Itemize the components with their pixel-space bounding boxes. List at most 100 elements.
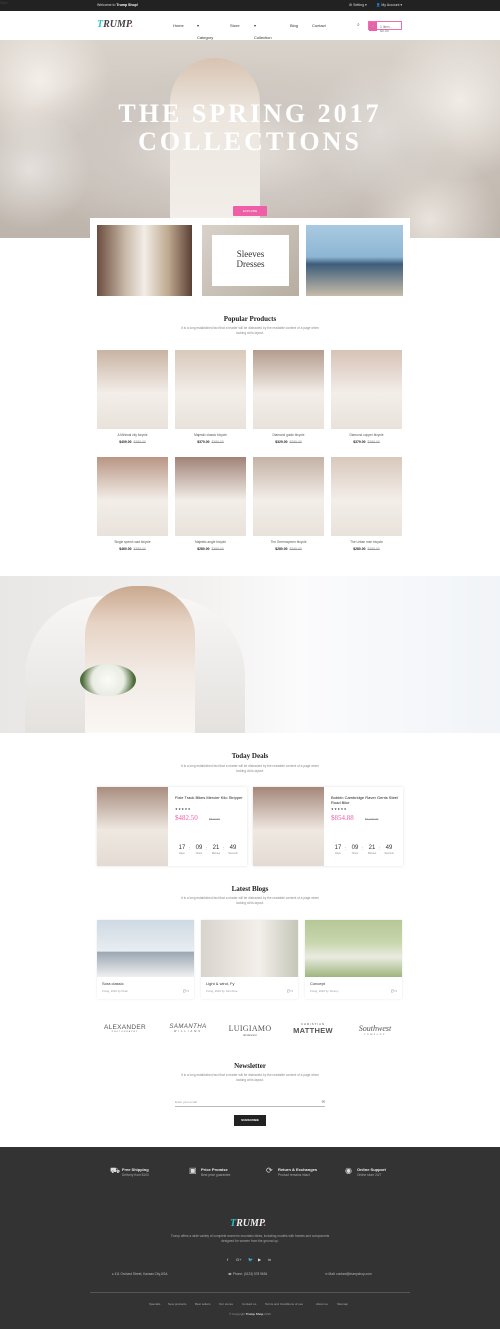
popular-title: Popular Products [223,315,277,323]
product-image[interactable] [175,350,246,429]
product-card[interactable]: A Minimal city bicycle $409.00 $399.00 [97,350,168,444]
footer-link[interactable]: Our stores [219,1302,233,1306]
product-name[interactable]: The Greenwymen bicycle [253,540,324,544]
blog-title[interactable]: Concept [310,981,325,986]
product-name[interactable]: Majestic classic bicycle [175,433,246,437]
deal-card[interactable]: Fixie Track Bikes Mercier Kilo Stripper ★… [97,787,247,866]
product-name[interactable]: Single speed road bicycle [97,540,168,544]
newsletter-title: Newsletter [234,1062,266,1070]
nav-store[interactable]: Store [230,23,240,28]
product-card[interactable]: The Greenwymen bicycle $280.00 $399.00 [253,457,324,551]
product-card[interactable]: Single speed road bicycle $460.00 $399.00 [97,457,168,551]
blog-comments: 💬 5 [391,989,397,993]
footer-link[interactable]: Specials [149,1302,160,1306]
countdown-hours: 09 Hours [195,845,203,855]
brand-southwest[interactable]: Southwest COMPANY [352,1024,398,1036]
explore-button[interactable]: EXPLORE [233,206,267,216]
product-name[interactable]: Diamond copper bicycle [331,433,402,437]
product-image[interactable] [331,350,402,429]
product-image[interactable] [331,457,402,536]
countdown-separator: : [345,846,347,852]
product-image[interactable] [253,457,324,536]
brand-luigiamo[interactable]: LUIGIAMO Restaurant [228,1024,272,1037]
footer-link[interactable]: Terms and Conditions of use [265,1302,303,1306]
footer-link[interactable]: Contact us [242,1302,256,1306]
logo[interactable]: TRUMP. [97,19,133,30]
cart-icon: 🛒 [369,22,377,31]
google-plus-icon[interactable]: G+ [236,1257,241,1262]
deal-image[interactable] [97,787,168,866]
nav-collection[interactable]: Collection ▾ [254,23,272,40]
blog-meta: 6 Aug, 2016 by Peter [102,989,129,993]
facebook-icon[interactable]: f [227,1257,228,1262]
product-name[interactable]: A Minimal city bicycle [97,433,168,437]
footer-phone[interactable]: ☎ Phone: (0123) 578 9654 [228,1272,267,1276]
setting-dropdown[interactable]: ⚙ Setting ▾ [349,3,367,7]
footer-link[interactable]: New products [168,1302,186,1306]
youtube-icon[interactable]: ▶ [258,1257,261,1262]
product-card[interactable]: Diamond copper bicycle $379.00 $399.00 [331,350,402,444]
product-card[interactable]: Majestic classic bicycle $370.00 $399.00 [175,350,246,444]
blog-title[interactable]: Light & wind, Fy [206,981,234,986]
promo-card-right[interactable] [306,225,403,296]
product-name[interactable]: Diamond guide bicycle [253,433,324,437]
envelope-icon: ✉ [321,1099,325,1104]
blog-card[interactable]: Sora classic 6 Aug, 2016 by Peter 💬 5 [97,920,194,999]
footer-link[interactable]: Best sellers [195,1302,211,1306]
footer-logo[interactable]: TRUMP. [230,1218,266,1229]
brand-alexander[interactable]: ALEXANDER PHOTOGRAPHY [102,1024,148,1033]
product-price: $329.00 $399.00 [275,440,302,444]
product-name[interactable]: Majestic angle bicycle [175,540,246,544]
product-price: $460.00 $399.00 [119,547,146,551]
money-icon: ▣ [189,1166,197,1175]
product-name[interactable]: The Urban men bicycle [331,540,402,544]
deal-old-price: $1,222.00 [365,817,379,821]
deal-title[interactable]: Fixie Track Bikes Mercier Kilo Stripper [175,795,243,800]
linkedin-icon[interactable]: in [268,1257,271,1262]
nav-blog[interactable]: Blog [290,23,298,28]
blog-card[interactable]: Light & wind, Fy 6 Aug, 2016 by John Doe… [201,920,298,999]
brand-samantha[interactable]: SAMANTHA WILLIAMS [162,1024,214,1033]
countdown-minutes: 21 Minutes [211,845,221,855]
countdown-separator: : [223,846,225,852]
hero-title-line1: THE SPRING 2017 [118,99,382,128]
blog-image [201,920,298,977]
sale-banner[interactable] [0,576,500,733]
hero-banner: THE SPRING 2017 COLLECTIONS EXPLORE [0,40,500,238]
twitter-icon[interactable]: 🐦 [248,1257,253,1262]
search-icon[interactable]: ⌕ [357,22,360,28]
footer-link[interactable]: About us [316,1302,328,1306]
my-account-dropdown[interactable]: 👤 My Account ▾ [376,3,402,7]
countdown-separator: : [189,846,191,852]
nav-category[interactable]: Category ▾ [197,23,213,40]
brand-christian-matthew[interactable]: CHRISTIAN MATTHEW [287,1022,339,1035]
blog-card[interactable]: Concept 6 Aug, 2016 by Tommy 💬 5 [305,920,402,999]
subscribe-button[interactable]: SUBSCRIBE [234,1115,266,1126]
deal-card[interactable]: Bobbin Cambridge Raver Gents Steel Road … [253,787,403,866]
copyright: © Copyright Trump Shop 2016 [229,1312,271,1316]
product-card[interactable]: Majestic angle bicycle $280.00 $399.00 [175,457,246,551]
blog-comments: 💬 5 [287,989,293,993]
blog-comments: 💬 5 [183,989,189,993]
nav-contact[interactable]: Contact [312,23,326,28]
promo-card-sleeves[interactable]: Sleeves Dresses [202,225,299,296]
welcome-text: Welcome to Trump Shop! [97,3,138,7]
newsletter-email-input[interactable]: Enter your email ✉ [175,1097,325,1107]
product-image[interactable] [97,350,168,429]
product-image[interactable] [175,457,246,536]
footer-mail[interactable]: ✉ Mail: contact@trumpshop.com [325,1272,372,1276]
nav-home[interactable]: Home [173,23,184,28]
promo-card-left[interactable] [97,225,192,296]
blog-title[interactable]: Sora classic [102,981,124,986]
deal-image[interactable] [253,787,324,866]
refresh-icon: ⟳ [266,1166,273,1175]
product-card[interactable]: Diamond guide bicycle $329.00 $399.00 [253,350,324,444]
product-image[interactable] [253,350,324,429]
sale-percent: 50% [0,0,9,5]
footer-link[interactable]: Sitemap [337,1302,348,1306]
cart-button[interactable]: 🛒 1 item - $0.00 [368,21,402,33]
header: TRUMP. Home Category ▾ Store Collection … [0,11,500,40]
product-image[interactable] [97,457,168,536]
deal-title[interactable]: Bobbin Cambridge Raver Gents Steel Road … [331,795,399,805]
product-card[interactable]: The Urban men bicycle $280.00 $399.00 [331,457,402,551]
